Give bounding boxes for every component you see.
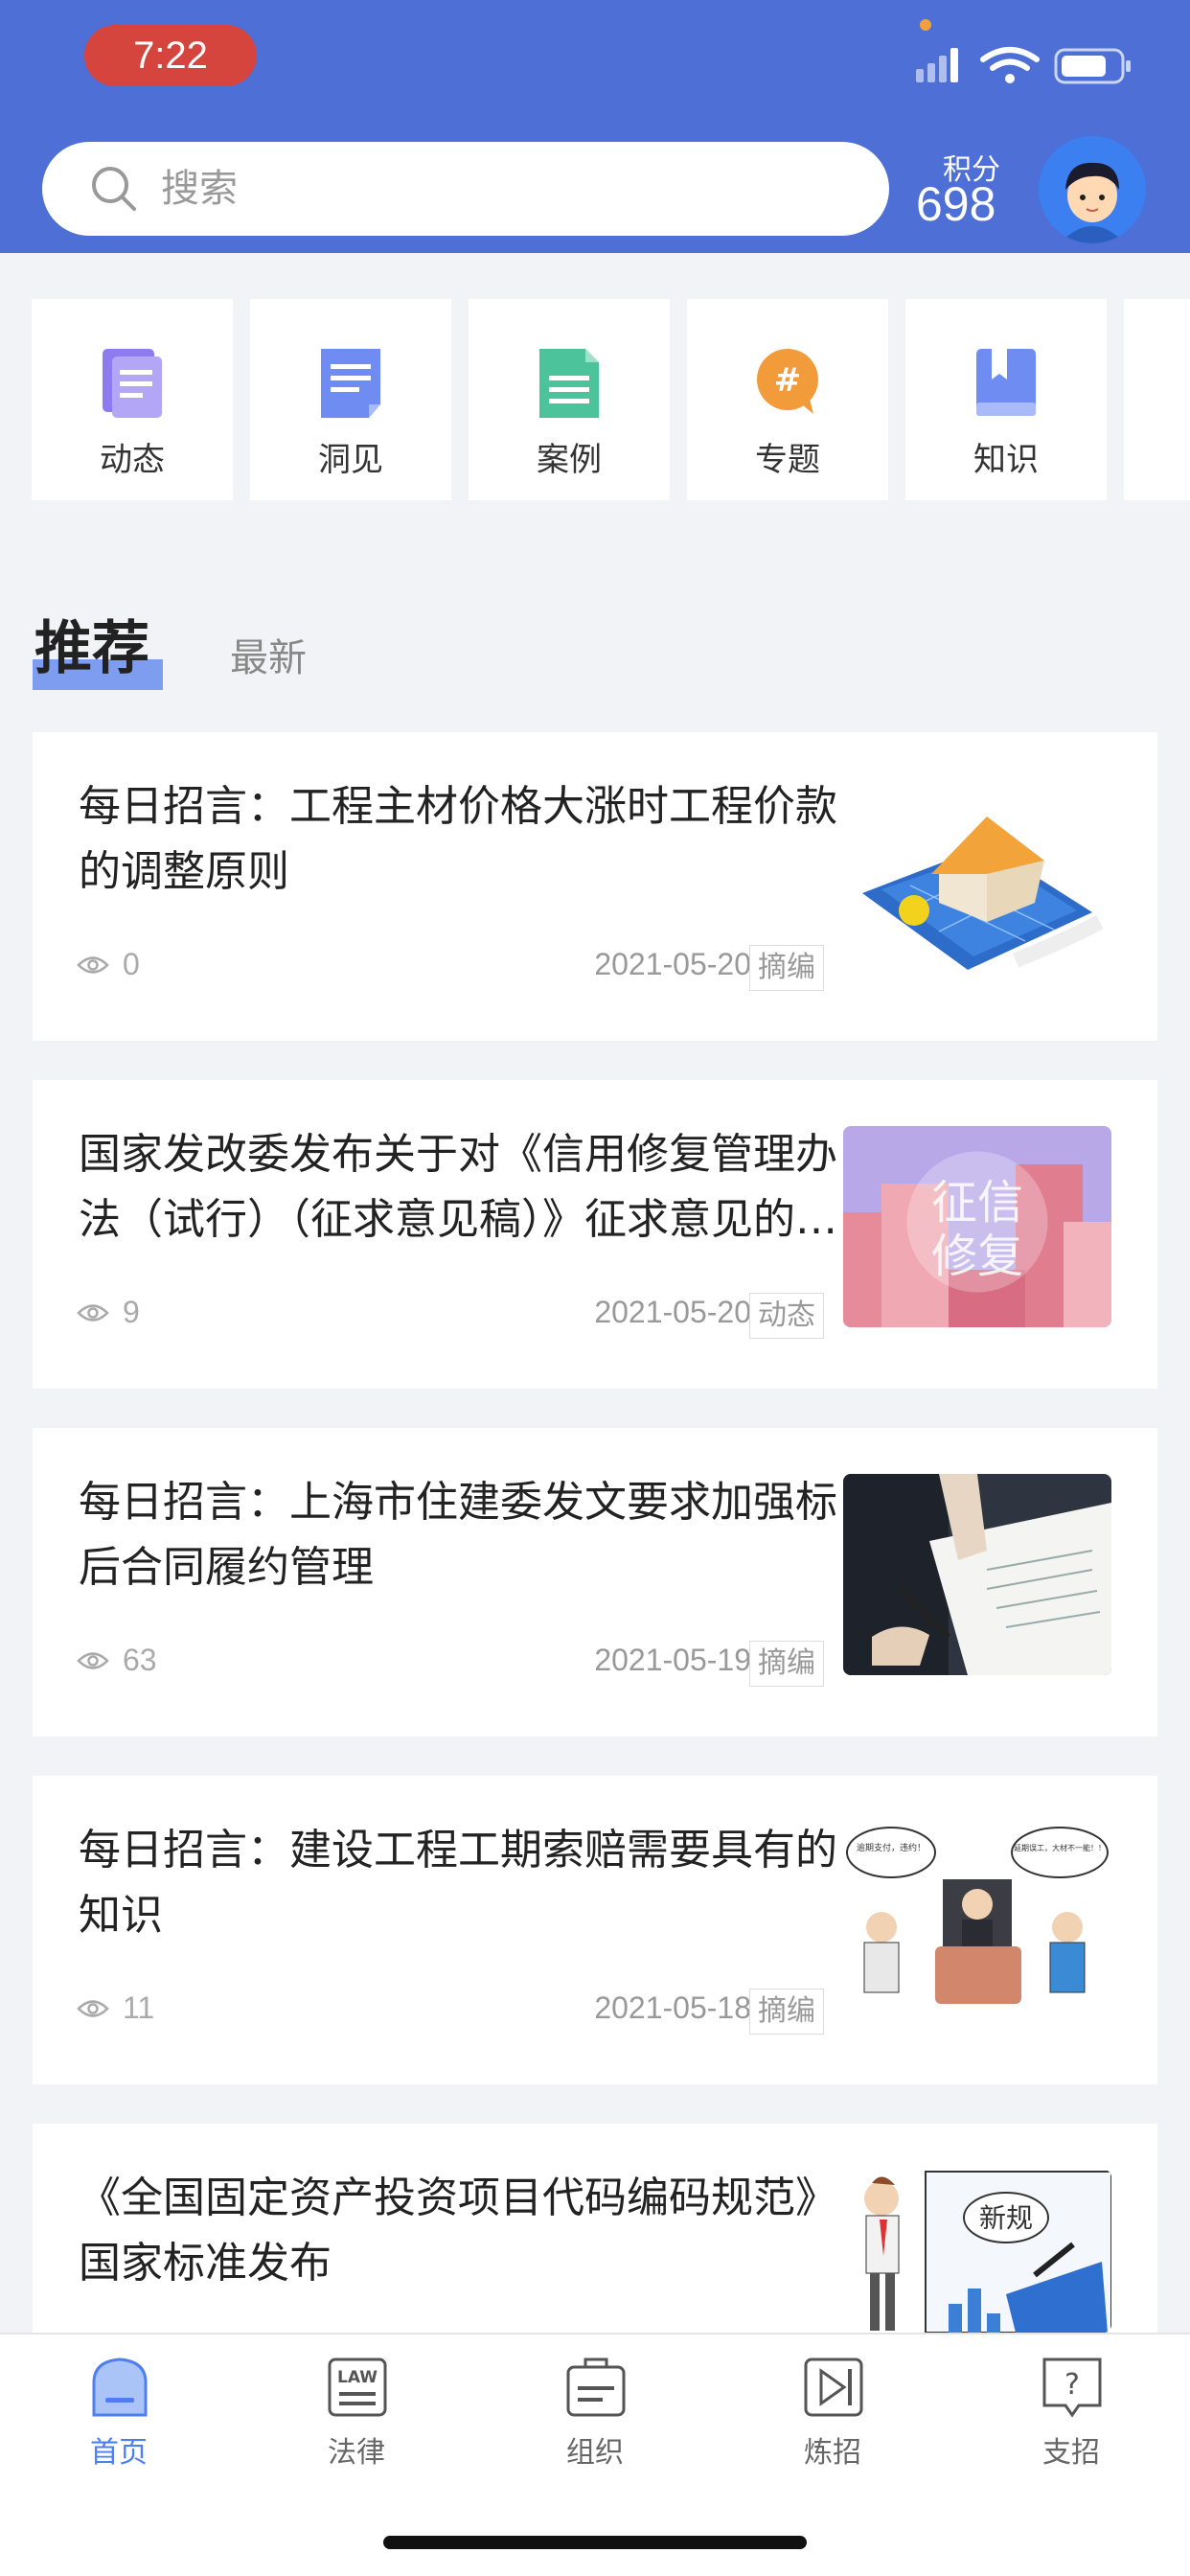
thumb-text: 逾期支付，违约！ [857, 1842, 926, 1853]
cellular-signal-icon [916, 56, 947, 82]
article-title: 每日招言：上海市住建委发文要求加强标后合同履约管理 [79, 1478, 837, 1592]
privacy-indicator-icon [920, 19, 931, 31]
nav-home[interactable]: 首页 [42, 2356, 195, 2499]
article-tag: 动态 [749, 1293, 824, 1339]
article-thumbnail: 征信 修复 [843, 1126, 1111, 1327]
nav-label: 法律 [328, 2436, 385, 2470]
app-header: 7:22 积分 698 [0, 0, 1190, 253]
article-title: 国家发改委发布关于对《信用修复管理办法（试行）（征求意见稿）》征求意见的通知 [79, 1130, 837, 1244]
article-date: 2021-05-20 [594, 1295, 751, 1329]
article-card[interactable]: 《全国固定资产投资项目代码编码规范》国家标准发布 新规 [33, 2124, 1157, 2333]
thumb-text: 征信 [931, 1176, 1023, 1230]
knowledge-book-icon [976, 349, 1036, 416]
article-date: 2021-05-19 [594, 1643, 751, 1677]
status-time: 7:22 [84, 25, 257, 86]
svg-text:#: # [774, 361, 802, 400]
article-title: 《全国固定资产投资项目代码编码规范》国家标准发布 [79, 2174, 837, 2288]
article-card[interactable]: 每日招言：建设工程工期索赔需要具有的知识 11 2021-05-18 摘编 逾期… [33, 1776, 1157, 2084]
help-icon-text: ? [1064, 2368, 1080, 2402]
views-eye-icon [77, 1652, 109, 1669]
battery-icon [1054, 48, 1131, 84]
article-views: 9 [123, 1295, 140, 1329]
category-more[interactable] [1124, 299, 1190, 500]
article-tag: 摘编 [749, 1989, 824, 2035]
tab-recommended[interactable]: 推荐 [34, 602, 149, 685]
play-icon [804, 2358, 863, 2417]
nav-law[interactable]: LAW 法律 [280, 2356, 433, 2499]
avatar-face-icon [1039, 136, 1146, 243]
help-icon: ? [1042, 2358, 1102, 2418]
nav-practice[interactable]: 炼招 [756, 2356, 909, 2499]
organization-icon [566, 2358, 626, 2417]
thumb-text: 新规 [979, 2202, 1033, 2234]
article-card[interactable]: 每日招言：工程主材价格大涨时工程价款的调整原则 0 2021-05-20 摘编 [33, 732, 1157, 1041]
insight-doc-icon [321, 349, 380, 418]
category-topics[interactable]: # 专题 [687, 299, 888, 500]
article-thumbnail: 新规 [843, 2170, 1111, 2333]
nav-advice[interactable]: ? 支招 [995, 2356, 1148, 2499]
points-value[interactable]: 698 [916, 176, 995, 232]
article-date: 2021-05-18 [594, 1990, 751, 2025]
category-label: 案例 [537, 441, 602, 479]
home-icon [92, 2358, 148, 2417]
search-input[interactable] [161, 142, 832, 236]
thumb-text: 修复 [931, 1230, 1023, 1283]
category-cases[interactable]: 案例 [469, 299, 670, 500]
category-label: 知识 [973, 441, 1039, 479]
views-eye-icon [77, 2000, 109, 2017]
article-title: 每日招言：建设工程工期索赔需要具有的知识 [79, 1826, 837, 1940]
news-feed-icon [103, 349, 162, 418]
user-avatar[interactable] [1039, 136, 1146, 243]
case-doc-icon [539, 349, 599, 418]
article-views: 0 [123, 947, 140, 981]
nav-label: 组织 [566, 2436, 624, 2470]
search-bar[interactable] [42, 142, 889, 236]
feed-tabs: 推荐 最新 [0, 594, 1190, 700]
category-label: 专题 [755, 441, 820, 479]
article-views: 63 [123, 1643, 157, 1677]
article-thumbnail [843, 778, 1111, 979]
wifi-icon [980, 47, 1040, 71]
nav-organization[interactable]: 组织 [518, 2356, 672, 2499]
article-thumbnail: 逾期支付，违约！ 延期误工，大材不一能！！ [843, 1822, 1111, 2023]
article-card[interactable]: 国家发改委发布关于对《信用修复管理办法（试行）（征求意见稿）》征求意见的通知 9… [33, 1080, 1157, 1389]
category-scroller[interactable]: 动态 洞见 案例 # 专题 知识 [0, 299, 1190, 500]
search-icon [92, 167, 136, 211]
thumb-text: 延期误工，大材不一能！！ [1014, 1843, 1106, 1852]
article-thumbnail [843, 1474, 1111, 1675]
article-title: 每日招言：工程主材价格大涨时工程价款的调整原则 [79, 782, 837, 896]
law-icon-text: LAW [337, 2368, 378, 2387]
category-label: 动态 [100, 441, 165, 479]
article-views: 11 [123, 1990, 155, 2025]
category-insights[interactable]: 洞见 [250, 299, 451, 500]
tab-latest[interactable]: 最新 [230, 627, 307, 682]
article-date: 2021-05-20 [594, 947, 751, 981]
home-indicator[interactable] [383, 2536, 807, 2549]
nav-label: 首页 [90, 2436, 148, 2470]
views-eye-icon [77, 1304, 109, 1322]
article-tag: 摘编 [749, 945, 824, 991]
status-icons [916, 47, 1131, 84]
views-eye-icon [77, 956, 109, 974]
nav-label: 炼招 [804, 2436, 861, 2470]
nav-label: 支招 [1042, 2436, 1100, 2470]
article-card[interactable]: 每日招言：上海市住建委发文要求加强标后合同履约管理 63 2021-05-19 … [33, 1428, 1157, 1736]
category-news[interactable]: 动态 [32, 299, 233, 500]
article-tag: 摘编 [749, 1641, 824, 1687]
category-label: 洞见 [318, 441, 383, 479]
law-icon: LAW [328, 2358, 387, 2417]
category-knowledge[interactable]: 知识 [905, 299, 1107, 500]
topic-hash-icon: # [757, 349, 818, 414]
